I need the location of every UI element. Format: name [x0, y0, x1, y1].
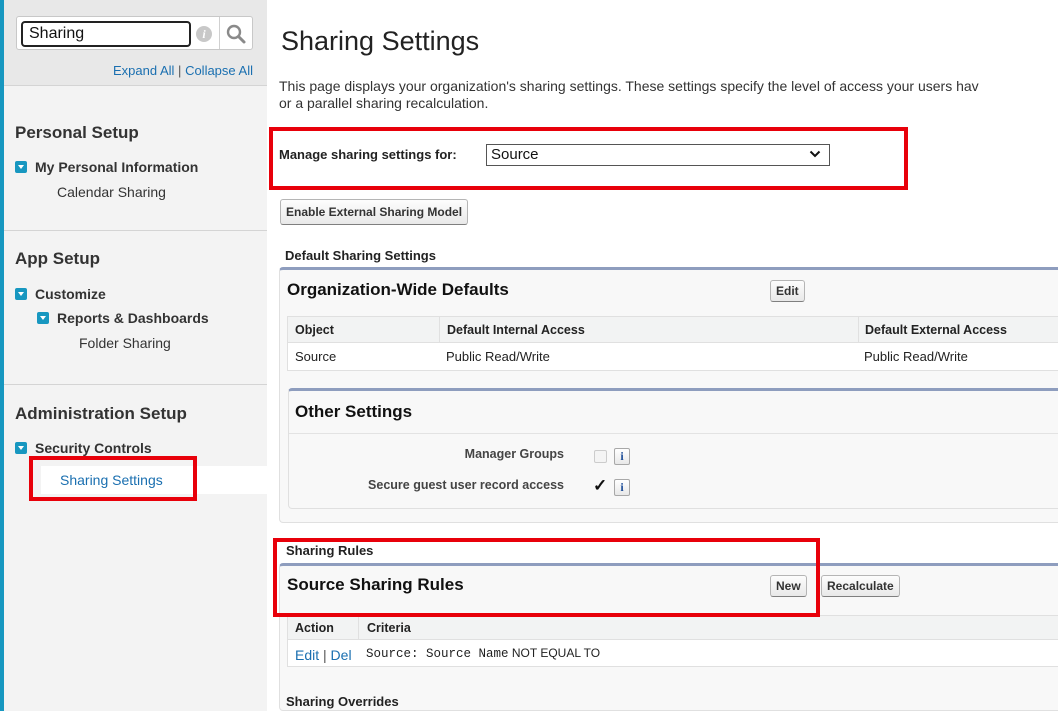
- info-icon[interactable]: i: [614, 448, 630, 465]
- owd-table: Object Default Internal Access Default E…: [287, 316, 1058, 371]
- expand-toggle-icon[interactable]: [15, 442, 27, 454]
- owd-title: Organization-Wide Defaults: [287, 280, 509, 299]
- expand-all-link[interactable]: Expand All: [113, 63, 174, 78]
- delete-rule-link[interactable]: Del: [331, 647, 352, 663]
- description-line: or a parallel sharing recalculation.: [279, 95, 489, 111]
- column-header-action: Action: [295, 621, 334, 635]
- sharing-rules-table: Action Criteria Edit | Del Source: Sourc…: [287, 615, 1058, 667]
- tree-item-label: Customize: [35, 286, 106, 302]
- setting-label-secure-guest-access: Secure guest user record access: [368, 478, 564, 492]
- description-line: This page displays your organization's s…: [279, 78, 979, 94]
- info-icon[interactable]: i: [196, 26, 212, 42]
- edit-rule-link[interactable]: Edit: [295, 647, 319, 663]
- recalculate-button[interactable]: Recalculate: [821, 575, 900, 597]
- expand-toggle-icon[interactable]: [15, 161, 27, 173]
- section-title-administration-setup: Administration Setup: [15, 404, 187, 423]
- link-separator: |: [178, 63, 182, 78]
- tree-item-label: My Personal Information: [35, 159, 199, 175]
- criteria-operator: NOT EQUAL TO: [511, 646, 601, 660]
- tree-item-my-personal-information[interactable]: My Personal Information: [15, 159, 198, 175]
- owd-edit-button[interactable]: Edit: [770, 280, 805, 302]
- search-divider: [219, 17, 220, 49]
- page-description: This page displays your organization's s…: [279, 78, 1058, 112]
- criteria-field: Source: Source Name: [366, 647, 509, 661]
- cell-object: Source: [295, 349, 337, 364]
- section-title-personal-setup: Personal Setup: [15, 123, 139, 142]
- setting-label-manager-groups: Manager Groups: [464, 447, 564, 461]
- highlight-box-manage-sharing: [269, 127, 908, 190]
- manager-groups-checkbox: [594, 450, 607, 463]
- link-separator: |: [323, 647, 327, 663]
- cell-internal-access: Public Read/Write: [446, 349, 550, 364]
- tree-item-security-controls[interactable]: Security Controls: [15, 440, 152, 456]
- tree-item-label: Reports & Dashboards: [57, 310, 209, 326]
- search-box: i: [16, 16, 253, 50]
- highlight-box-sharing-rules: [273, 538, 820, 617]
- sidebar-search-area: i Expand All | Collapse All: [4, 0, 267, 86]
- search-input[interactable]: [21, 21, 191, 47]
- owd-table-header: Object Default Internal Access Default E…: [288, 317, 1058, 343]
- highlight-box-sharing-settings: [29, 456, 197, 501]
- checkmark-icon: ✓: [593, 476, 608, 495]
- other-settings-title: Other Settings: [295, 402, 413, 421]
- tree-leaf-folder-sharing[interactable]: Folder Sharing: [79, 335, 171, 351]
- tree-item-label: Security Controls: [35, 440, 152, 456]
- column-divider: [439, 317, 440, 343]
- search-icon[interactable]: [224, 22, 248, 46]
- tree-leaf-calendar-sharing[interactable]: Calendar Sharing: [57, 184, 166, 200]
- default-sharing-settings-heading: Default Sharing Settings: [285, 248, 436, 263]
- column-header-object: Object: [295, 323, 334, 337]
- section-divider: [4, 230, 267, 231]
- expand-collapse-links: Expand All | Collapse All: [113, 63, 253, 78]
- sharing-rules-table-header: Action Criteria: [288, 616, 1058, 640]
- column-divider: [858, 317, 859, 343]
- tree-item-reports-dashboards[interactable]: Reports & Dashboards: [37, 310, 209, 326]
- column-header-external-access: Default External Access: [865, 323, 1007, 337]
- setup-sidebar: i Expand All | Collapse All Personal Set…: [0, 0, 271, 711]
- sharing-overrides-heading: Sharing Overrides: [286, 694, 399, 709]
- tree-item-customize[interactable]: Customize: [15, 286, 106, 302]
- column-header-criteria: Criteria: [367, 621, 411, 635]
- expand-toggle-icon[interactable]: [37, 312, 49, 324]
- enable-external-sharing-button[interactable]: Enable External Sharing Model: [280, 199, 469, 225]
- collapse-all-link[interactable]: Collapse All: [185, 63, 253, 78]
- other-settings-body: Manager Groups i Secure guest user recor…: [289, 433, 1058, 508]
- section-title-app-setup: App Setup: [15, 249, 100, 268]
- column-divider: [358, 616, 359, 640]
- org-wide-defaults-panel: Organization-Wide Defaults Edit Object D…: [279, 267, 1058, 523]
- expand-toggle-icon[interactable]: [15, 288, 27, 300]
- rule-actions: Edit | Del: [295, 647, 352, 663]
- column-header-internal-access: Default Internal Access: [447, 323, 585, 337]
- rule-criteria: Source: Source Name NOT EQUAL TO: [366, 646, 600, 661]
- other-settings-panel: Other Settings Manager Groups i Secure g…: [288, 388, 1058, 509]
- page-title: Sharing Settings: [281, 26, 480, 56]
- info-icon[interactable]: i: [614, 479, 630, 496]
- section-divider: [4, 384, 267, 385]
- cell-external-access: Public Read/Write: [864, 349, 968, 364]
